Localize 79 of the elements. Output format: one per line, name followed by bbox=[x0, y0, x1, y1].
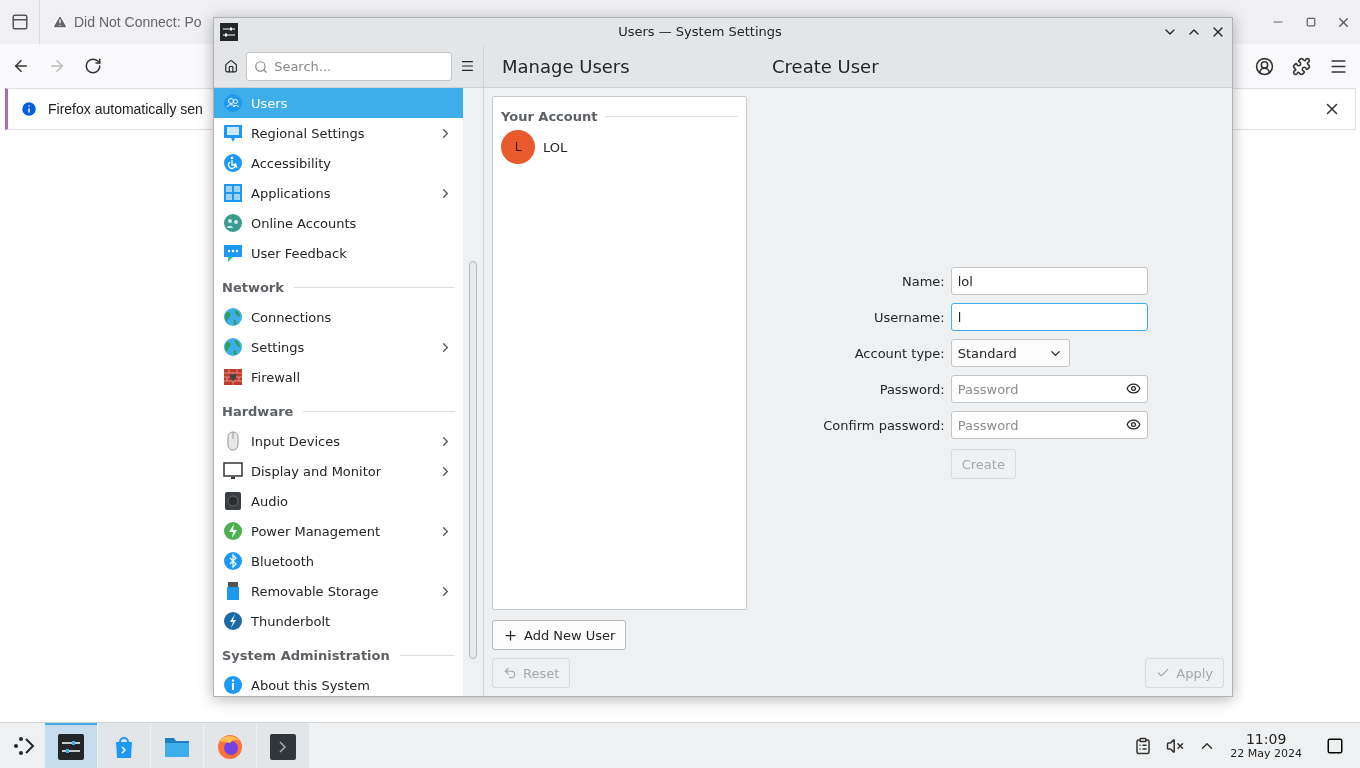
clock-time: 11:09 bbox=[1245, 731, 1287, 747]
sidebar-item[interactable]: Firewall bbox=[214, 362, 463, 392]
accessibility-icon bbox=[223, 153, 243, 173]
sidebar-item[interactable]: Power Management bbox=[214, 516, 463, 546]
section-heading: Network bbox=[222, 279, 284, 295]
text-field[interactable]: l bbox=[950, 303, 1148, 331]
field-label: Password: bbox=[878, 381, 945, 397]
sliders-icon bbox=[57, 732, 85, 761]
bluetooth-icon bbox=[223, 551, 243, 571]
field-label: Account type: bbox=[853, 345, 945, 361]
feedback-icon bbox=[223, 243, 243, 263]
account-type-dropdown[interactable]: Standard bbox=[950, 339, 1070, 367]
section-heading: Your Account bbox=[501, 109, 598, 124]
undo-icon bbox=[503, 666, 517, 680]
taskbar-button[interactable] bbox=[257, 723, 309, 768]
tab-list-icon[interactable] bbox=[10, 13, 29, 31]
back-icon[interactable] bbox=[12, 57, 30, 75]
sidebar-item[interactable]: Bluetooth bbox=[214, 546, 463, 576]
browser-tab[interactable]: Did Not Connect: Po bbox=[40, 0, 214, 44]
field-label: Name: bbox=[901, 273, 945, 289]
tab-title: Did Not Connect: Po bbox=[74, 14, 202, 30]
search-field[interactable]: Search... bbox=[246, 51, 453, 81]
extensions-icon[interactable] bbox=[1292, 56, 1311, 76]
sidebar-item[interactable]: Online Accounts bbox=[214, 208, 463, 238]
show-desktop-icon[interactable] bbox=[1326, 736, 1344, 755]
sidebar-item[interactable]: Settings bbox=[214, 332, 463, 362]
reload-icon[interactable] bbox=[84, 57, 102, 75]
check-icon bbox=[1156, 666, 1171, 680]
sidebar-item[interactable]: Regional Settings bbox=[214, 118, 463, 148]
muted-speaker-icon[interactable] bbox=[1166, 736, 1185, 755]
speaker-icon bbox=[223, 491, 243, 511]
sidebar-item[interactable]: Input Devices bbox=[214, 426, 463, 456]
sidebar-item[interactable]: Connections bbox=[214, 302, 463, 332]
sidebar-item[interactable]: Accessibility bbox=[214, 148, 463, 178]
field-label: Confirm password: bbox=[823, 417, 945, 433]
users-icon bbox=[223, 93, 243, 113]
clock[interactable]: 11:09 22 May 2024 bbox=[1230, 731, 1302, 760]
sliders-icon bbox=[220, 22, 238, 41]
lightning-icon bbox=[223, 521, 243, 541]
terminal-icon bbox=[269, 732, 297, 761]
avatar: L bbox=[501, 130, 535, 164]
section-heading: Hardware bbox=[222, 403, 294, 419]
eye-icon[interactable] bbox=[1125, 381, 1141, 396]
sidebar-item[interactable]: Thunderbolt bbox=[214, 606, 463, 636]
monitor-icon bbox=[223, 461, 243, 481]
eye-icon[interactable] bbox=[1125, 417, 1141, 432]
text-field[interactable]: lol bbox=[950, 267, 1148, 295]
plus-icon bbox=[503, 627, 518, 643]
sidebar-item[interactable]: About this System bbox=[214, 670, 463, 696]
field-label: Username: bbox=[873, 309, 945, 325]
user-name: LOL bbox=[543, 139, 568, 155]
thunderbolt-icon bbox=[223, 611, 243, 631]
info-icon bbox=[20, 100, 38, 118]
scrollbar-thumb[interactable] bbox=[469, 261, 477, 659]
browser-icon bbox=[216, 732, 244, 761]
globe-icon bbox=[223, 307, 243, 327]
sidebar-item[interactable]: Removable Storage bbox=[214, 576, 463, 606]
section-heading: System Administration bbox=[222, 647, 390, 663]
clipboard-icon[interactable] bbox=[1134, 736, 1153, 755]
brick-wall-icon bbox=[223, 367, 243, 387]
sidebar-item[interactable]: Display and Monitor bbox=[214, 456, 463, 486]
page-heading: Create User bbox=[771, 55, 879, 77]
sidebar-item[interactable]: Applications bbox=[214, 178, 463, 208]
taskbar-button[interactable] bbox=[45, 723, 97, 768]
clock-date: 22 May 2024 bbox=[1230, 747, 1302, 760]
window-title: Users — System Settings bbox=[617, 24, 783, 39]
add-user-button[interactable]: Add New User bbox=[492, 620, 627, 650]
password-field[interactable]: Password bbox=[950, 375, 1148, 403]
account-icon[interactable] bbox=[1255, 56, 1274, 76]
sidebar-item[interactable]: Audio bbox=[214, 486, 463, 516]
search-icon bbox=[254, 59, 269, 74]
grid-icon bbox=[223, 183, 243, 203]
page-heading: Manage Users bbox=[501, 55, 631, 77]
chat-bubble-icon bbox=[223, 123, 243, 143]
warning-icon bbox=[52, 14, 68, 30]
notification-text: Firefox automatically sen bbox=[48, 101, 203, 117]
sidebar-item[interactable]: User Feedback bbox=[214, 238, 463, 268]
globe-icon bbox=[223, 337, 243, 357]
password-field[interactable]: Password bbox=[950, 411, 1148, 439]
